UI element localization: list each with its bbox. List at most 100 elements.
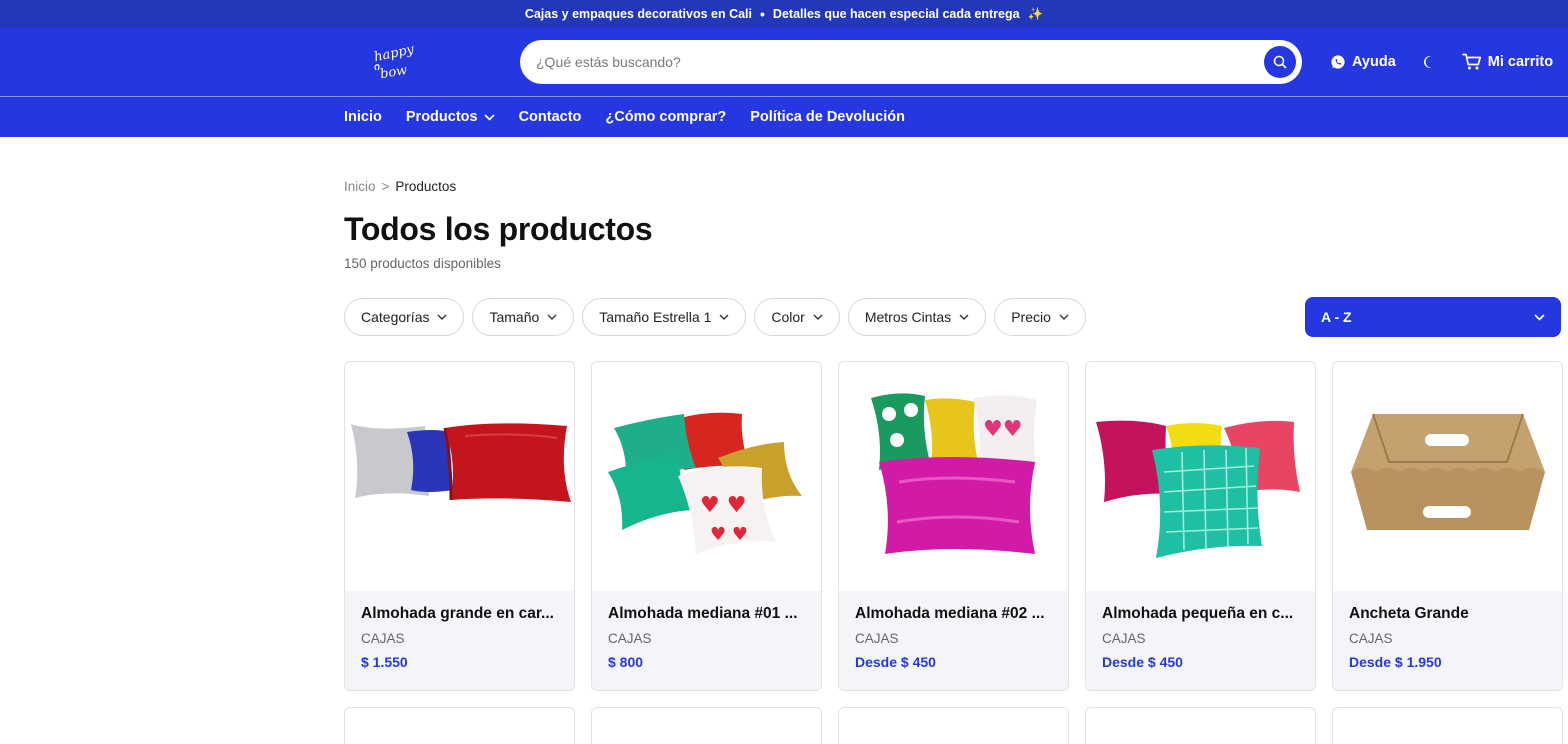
product-grid-next-row — [344, 707, 1563, 744]
announcement-right: Detalles que hacen especial cada entrega — [772, 7, 1020, 21]
product-category: CAJAS — [855, 631, 899, 646]
filter-tamano[interactable]: Tamaño — [472, 298, 575, 336]
product-price: $ 800 — [608, 654, 644, 670]
nav-item-productos[interactable]: Productos — [406, 109, 495, 125]
filter-label: Categorías — [361, 309, 430, 325]
cart-button[interactable]: Mi carrito — [1461, 53, 1554, 71]
pillow-box-image — [1096, 420, 1300, 558]
nav-item-label: Contacto — [518, 109, 582, 125]
header-actions: Ayuda Mi carrito — [1330, 28, 1553, 96]
filter-color[interactable]: Color — [754, 298, 840, 336]
nav-item-label: Política de Devolución — [750, 109, 905, 125]
product-price: $ 1.550 — [361, 654, 408, 670]
chevron-down-icon — [719, 314, 729, 320]
breadcrumb: Inicio > Productos — [344, 179, 456, 194]
filter-metros-cintas[interactable]: Metros Cintas — [847, 298, 987, 336]
product-name[interactable]: Ancheta Grande — [1349, 605, 1546, 623]
search-button[interactable] — [1264, 46, 1296, 78]
product-info: Almohada mediana #01 ... CAJAS $ 800 — [592, 591, 821, 690]
nav-item-politica-devolucion[interactable]: Política de Devolución — [750, 109, 905, 125]
filter-label: Precio — [1011, 309, 1051, 325]
product-card[interactable] — [591, 707, 822, 744]
product-category: CAJAS — [608, 631, 652, 646]
product-price: Desde $ 1.950 — [1349, 654, 1442, 670]
nav-item-label: Productos — [405, 109, 478, 125]
product-grid: Almohada grande en car... CAJAS $ 1.550 … — [344, 361, 1563, 691]
svg-text:♥ ♥: ♥ ♥ — [700, 493, 746, 518]
chevron-down-icon — [959, 314, 969, 320]
sparkle-icon: ✨ — [1027, 6, 1044, 21]
search-icon — [1273, 55, 1287, 69]
search-input[interactable] — [536, 54, 1236, 70]
product-info: Almohada pequeña en c... CAJAS Desde $ 4… — [1086, 591, 1315, 690]
product-card[interactable]: Almohada pequeña en c... CAJAS Desde $ 4… — [1085, 361, 1316, 691]
search-bar — [520, 40, 1302, 84]
product-card[interactable] — [344, 707, 575, 744]
pillow-box-image — [351, 423, 571, 502]
product-image[interactable]: ♥ ♥ ♥ ♥ — [592, 362, 821, 591]
product-info: Ancheta Grande CAJAS Desde $ 1.950 — [1333, 591, 1562, 690]
breadcrumb-separator: > — [381, 179, 390, 194]
cart-label: Mi carrito — [1487, 54, 1554, 70]
svg-text:bow: bow — [379, 63, 408, 83]
breadcrumb-home[interactable]: Inicio — [344, 179, 376, 194]
chevron-down-icon — [484, 113, 495, 121]
filter-categorias[interactable]: Categorías — [344, 298, 465, 336]
announcement-separator: • — [760, 6, 765, 22]
product-info: Almohada grande en car... CAJAS $ 1.550 — [345, 591, 574, 690]
site-header: happy bow Ayuda — [0, 28, 1568, 96]
product-name[interactable]: Almohada mediana #01 ... — [608, 605, 805, 623]
logo-icon: happy bow — [373, 42, 416, 83]
nav-item-como-comprar[interactable]: ¿Cómo comprar? — [605, 109, 726, 125]
main-nav: Inicio Productos Contacto ¿Cómo comprar?… — [0, 96, 1568, 137]
chevron-down-icon — [1534, 313, 1545, 321]
product-card[interactable]: Almohada grande en car... CAJAS $ 1.550 — [344, 361, 575, 691]
nav-item-label: ¿Cómo comprar? — [605, 109, 727, 125]
product-price: Desde $ 450 — [855, 654, 936, 670]
nav-item-inicio[interactable]: Inicio — [344, 109, 382, 125]
chevron-down-icon — [1059, 314, 1069, 320]
product-count: 150 productos disponibles — [344, 256, 501, 271]
breadcrumb-current: Productos — [395, 179, 457, 194]
product-image[interactable] — [1086, 362, 1315, 591]
svg-text:♥♥: ♥♥ — [983, 417, 1022, 442]
filter-precio[interactable]: Precio — [994, 298, 1086, 336]
cart-icon — [1461, 53, 1481, 70]
nav-item-contacto[interactable]: Contacto — [519, 109, 582, 125]
product-category: CAJAS — [1349, 631, 1393, 646]
product-info: Almohada mediana #02 ... CAJAS Desde $ 4… — [839, 591, 1068, 690]
filter-tamano-estrella[interactable]: Tamaño Estrella 1 — [582, 298, 747, 336]
kraft-basket-image — [1351, 413, 1545, 530]
product-image[interactable]: ♥♥ — [839, 362, 1068, 591]
whatsapp-icon — [1331, 55, 1345, 69]
dark-mode-toggle[interactable] — [1422, 54, 1438, 70]
product-card[interactable] — [1332, 707, 1563, 744]
sort-select[interactable]: A - Z — [1305, 297, 1561, 337]
product-card[interactable] — [1085, 707, 1316, 744]
product-card[interactable]: ♥ ♥ ♥ ♥ Almohada mediana #01 ... CAJAS $… — [591, 361, 822, 691]
product-name[interactable]: Almohada grande en car... — [361, 605, 558, 623]
product-card[interactable]: ♥♥ Almohada mediana #02 ... CAJAS Desde … — [838, 361, 1069, 691]
filter-bar: Categorías Tamaño Tamaño Estrella 1 Colo… — [344, 298, 1086, 336]
page-title: Todos los productos — [344, 211, 653, 247]
product-card[interactable] — [838, 707, 1069, 744]
help-button[interactable]: Ayuda — [1330, 54, 1396, 70]
product-category: CAJAS — [361, 631, 405, 646]
product-category: CAJAS — [1102, 631, 1146, 646]
product-name[interactable]: Almohada pequeña en c... — [1102, 605, 1299, 623]
help-label: Ayuda — [1352, 54, 1396, 70]
announcement-bar: Cajas y empaques decorativos en Cali • D… — [0, 0, 1568, 28]
chevron-down-icon — [547, 314, 557, 320]
pillow-box-image: ♥ ♥ ♥ ♥ — [608, 412, 802, 554]
product-image[interactable] — [345, 362, 574, 591]
filter-label: Color — [771, 309, 805, 325]
filter-label: Tamaño Estrella 1 — [599, 309, 712, 325]
product-card[interactable]: Ancheta Grande CAJAS Desde $ 1.950 — [1332, 361, 1563, 691]
logo[interactable]: happy bow — [370, 40, 422, 84]
sort-selected: A - Z — [1321, 309, 1352, 325]
filter-label: Metros Cintas — [864, 309, 952, 325]
chevron-down-icon — [813, 314, 823, 320]
product-name[interactable]: Almohada mediana #02 ... — [855, 605, 1052, 623]
svg-text:♥ ♥: ♥ ♥ — [710, 524, 748, 545]
product-image[interactable] — [1333, 362, 1562, 591]
